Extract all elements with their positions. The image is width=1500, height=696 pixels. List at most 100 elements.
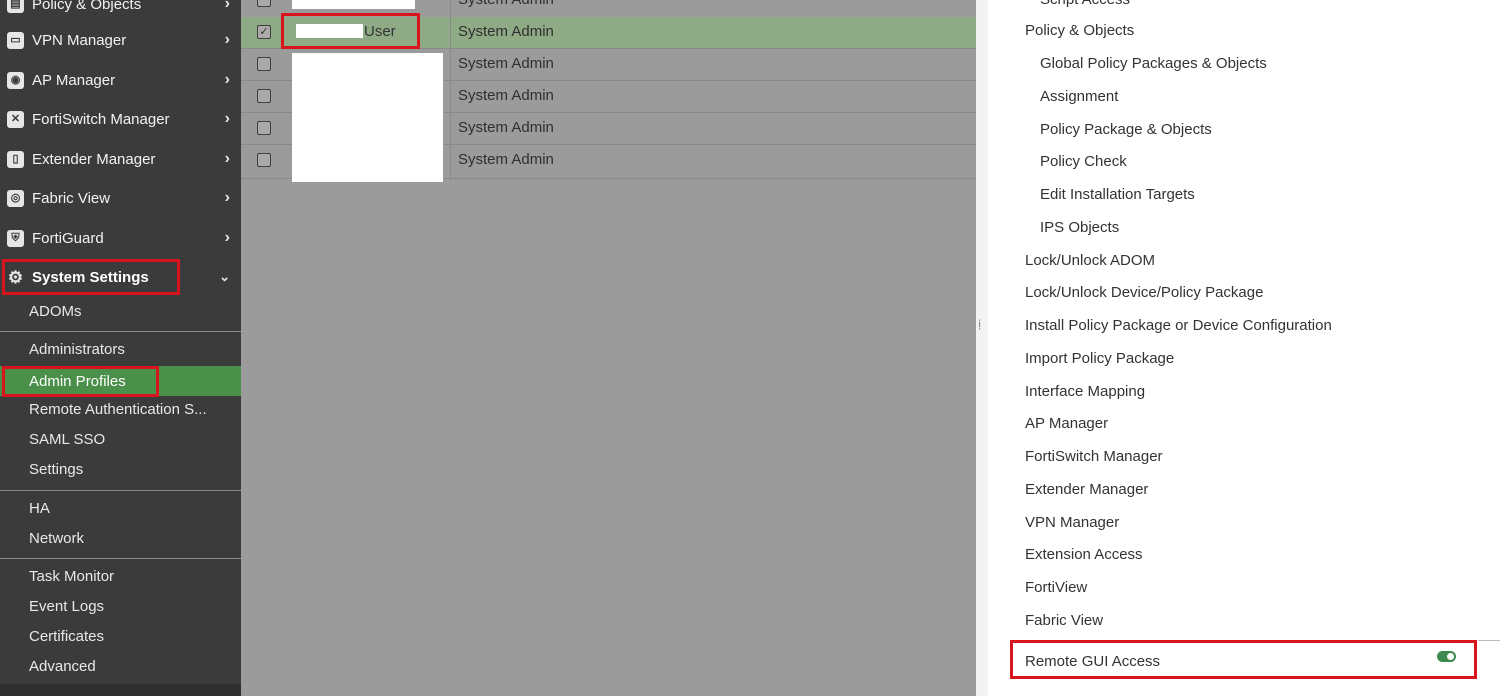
role-cell: System Admin	[458, 55, 554, 72]
sidebar-item-label: Settings	[29, 460, 84, 478]
sidebar-item-event-logs[interactable]: Event Logs	[0, 591, 241, 621]
admin-table: System Admin ✓ User System Admin System …	[241, 0, 976, 696]
perm-ips-objects: IPS Objects	[1040, 219, 1120, 236]
sidebar-item-network[interactable]: Network	[0, 523, 241, 553]
chevron-right-icon: ›	[224, 71, 230, 88]
perm-import-policy-package: Import Policy Package	[1025, 350, 1175, 367]
perm-install-policy-package: Install Policy Package or Device Configu…	[1025, 317, 1332, 334]
sidebar-item-settings[interactable]: Settings	[0, 454, 241, 484]
perm-lock-unlock-adom: Lock/Unlock ADOM	[1025, 252, 1156, 269]
chevron-right-icon: ›	[224, 31, 230, 48]
perm-remote-gui-access: Remote GUI Access	[1025, 653, 1161, 670]
nav-vpn-manager[interactable]: ▭ VPN Manager ›	[0, 21, 241, 59]
sidebar-item-label: Network	[29, 529, 85, 547]
sidebar-item-label: Remote Authentication S...	[29, 400, 207, 418]
chevron-right-icon: ›	[224, 229, 230, 246]
role-cell: System Admin	[458, 0, 554, 8]
role-cell: System Admin	[458, 87, 554, 104]
sidebar-item-administrators[interactable]: Administrators	[0, 334, 241, 364]
nav-policy-objects[interactable]: ▤ Policy & Objects ›	[0, 0, 241, 23]
row-checkbox[interactable]	[257, 57, 271, 71]
profile-permissions-panel: Script Access Policy & Objects Global Po…	[976, 0, 1500, 696]
sidebar-item-label: SAML SSO	[29, 430, 106, 448]
row-checkbox[interactable]	[257, 0, 271, 7]
perm-edit-installation-targets: Edit Installation Targets	[1040, 186, 1195, 203]
nav-fabric-view[interactable]: ◎ Fabric View ›	[0, 179, 241, 217]
sidebar-item-adoms[interactable]: ADOMs	[0, 296, 241, 326]
row-checkbox[interactable]	[257, 153, 271, 167]
perm-extender-manager: Extender Manager	[1025, 481, 1149, 498]
sidebar-item-saml-sso[interactable]: SAML SSO	[0, 424, 241, 454]
chevron-down-icon: ⌄	[219, 269, 230, 284]
sidebar-item-admin-profiles[interactable]: Admin Profiles	[0, 366, 241, 396]
sidebar-item-label: Task Monitor	[29, 567, 115, 585]
sidebar-item-label: Administrators	[29, 340, 125, 358]
role-cell: System Admin	[458, 151, 554, 168]
extender-icon: ▯	[7, 150, 24, 168]
sidebar-item-label: HA	[29, 499, 50, 517]
policy-icon: ▤	[7, 0, 24, 13]
row-checkbox[interactable]	[257, 121, 271, 135]
divider	[0, 331, 241, 332]
ap-icon: ◉	[7, 71, 24, 89]
nav-extender-manager[interactable]: ▯ Extender Manager ›	[0, 140, 241, 178]
chevron-right-icon: ›	[224, 189, 230, 206]
row-checkbox[interactable]	[257, 89, 271, 103]
perm-ap-manager: AP Manager	[1025, 415, 1109, 432]
nav-label: AP Manager	[32, 71, 116, 89]
perm-interface-mapping: Interface Mapping	[1025, 383, 1146, 400]
sidebar-footer	[0, 684, 241, 696]
nav-label: VPN Manager	[32, 31, 127, 49]
sidebar-item-advanced[interactable]: Advanced	[0, 651, 241, 681]
perm-extension-access: Extension Access	[1025, 546, 1143, 563]
nav-fortiguard[interactable]: ⛨ FortiGuard ›	[0, 219, 241, 257]
gear-icon: ⚙	[7, 267, 24, 287]
sidebar-item-certificates[interactable]: Certificates	[0, 621, 241, 651]
nav-fortiswitch-manager[interactable]: ✕ FortiSwitch Manager ›	[0, 100, 241, 138]
chevron-right-icon: ›	[224, 150, 230, 167]
remote-gui-access-toggle[interactable]	[1437, 651, 1456, 662]
fabric-icon: ◎	[7, 189, 24, 207]
role-cell: System Admin	[458, 119, 554, 136]
nav-system-settings[interactable]: ⚙ System Settings ⌄	[0, 258, 241, 296]
sidebar: ▤ Policy & Objects › ▭ VPN Manager › ◉ A…	[0, 0, 241, 696]
redaction-mask	[296, 24, 363, 38]
perm-lock-unlock-device: Lock/Unlock Device/Policy Package	[1025, 284, 1264, 301]
sidebar-item-ha[interactable]: HA	[0, 493, 241, 523]
perm-policy-package-objects: Policy Package & Objects	[1040, 121, 1212, 138]
sidebar-item-task-monitor[interactable]: Task Monitor	[0, 561, 241, 591]
shield-icon: ⛨	[7, 229, 24, 247]
divider	[0, 490, 241, 491]
nav-ap-manager[interactable]: ◉ AP Manager ›	[0, 61, 241, 99]
chevron-right-icon: ›	[224, 110, 230, 127]
sidebar-item-label: Admin Profiles	[29, 372, 126, 390]
sidebar-item-remote-authentication[interactable]: Remote Authentication S...	[0, 394, 241, 424]
nav-label: Fabric View	[32, 189, 111, 207]
permissions-list: Script Access Policy & Objects Global Po…	[988, 0, 1500, 696]
perm-fabric-view: Fabric View	[1025, 612, 1104, 629]
perm-assignment: Assignment	[1040, 88, 1119, 105]
nav-label: Extender Manager	[32, 150, 156, 168]
perm-policy-check: Policy Check	[1040, 153, 1127, 170]
perm-fortiswitch-manager: FortiSwitch Manager	[1025, 448, 1163, 465]
sidebar-item-label: Advanced	[29, 657, 96, 675]
nav-label: FortiGuard	[32, 229, 104, 247]
role-cell: System Admin	[458, 23, 554, 40]
toggle-knob	[1447, 653, 1454, 660]
chevron-right-icon: ›	[224, 0, 230, 12]
nav-label: FortiSwitch Manager	[32, 110, 170, 128]
sidebar-item-label: Certificates	[29, 627, 105, 645]
sidebar-item-label: ADOMs	[29, 302, 82, 320]
name-cell: User	[364, 23, 396, 40]
divider	[0, 558, 241, 559]
switch-icon: ✕	[7, 110, 24, 128]
perm-script-access: Script Access	[1040, 0, 1130, 8]
resize-handle[interactable]: ⁝ ⁝	[978, 319, 982, 333]
column-divider	[450, 0, 451, 180]
row-checkbox-checked[interactable]: ✓	[257, 25, 271, 39]
nav-label: Policy & Objects	[32, 0, 142, 13]
sidebar-item-label: Event Logs	[29, 597, 105, 615]
perm-vpn-manager: VPN Manager	[1025, 514, 1120, 531]
perm-fortiview: FortiView	[1025, 579, 1088, 596]
perm-global-policy-packages: Global Policy Packages & Objects	[1040, 55, 1267, 72]
